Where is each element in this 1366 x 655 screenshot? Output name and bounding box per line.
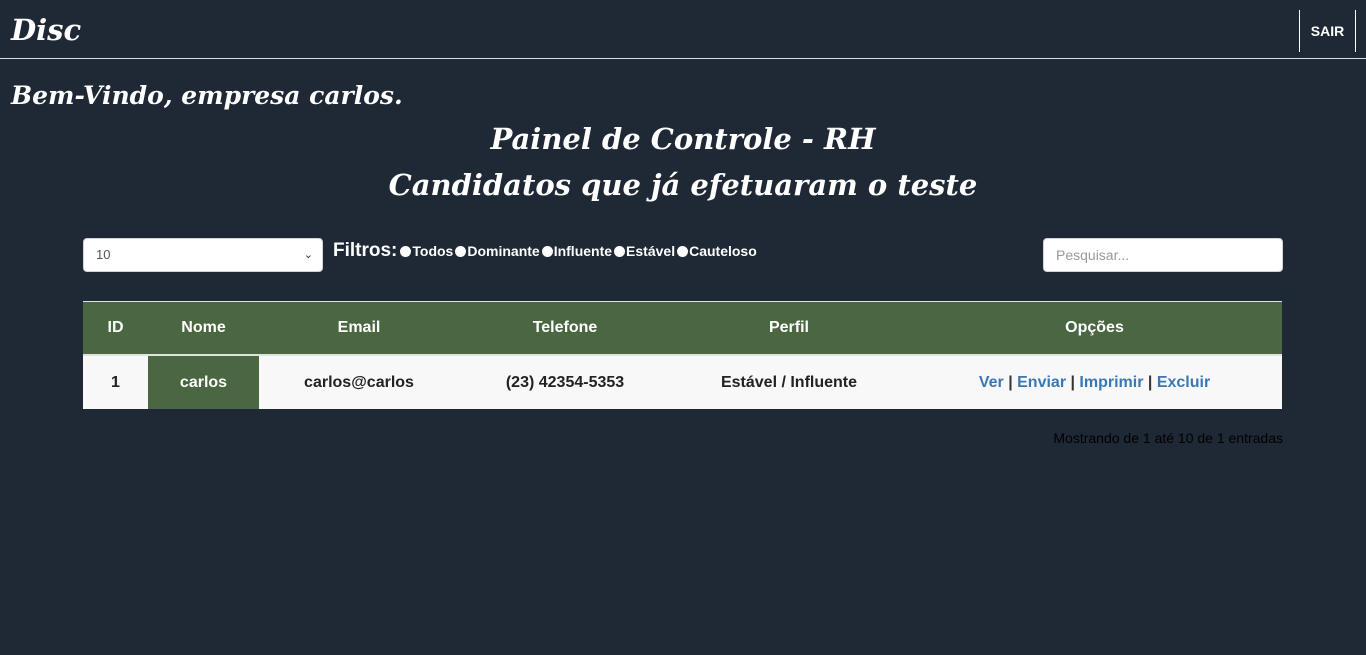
cell-phone: (23) 42354-5353	[459, 355, 671, 409]
filter-radio-estavel[interactable]	[614, 245, 626, 257]
filter-label-influente[interactable]: Influente	[554, 243, 612, 259]
chevron-down-icon: ⌄	[303, 249, 313, 261]
column-header-email[interactable]: Email	[259, 301, 459, 356]
page-title: Painel de Controle - RH	[490, 122, 876, 156]
column-header-perfil[interactable]: Perfil	[671, 301, 907, 356]
cell-profile: Estável / Influente	[671, 355, 907, 409]
logout-button[interactable]: SAIR	[1299, 10, 1356, 52]
filter-radio-cauteloso[interactable]	[677, 245, 689, 257]
filter-label-cauteloso[interactable]: Cauteloso	[689, 243, 757, 259]
table-row: 1 carlos carlos@carlos (23) 42354-5353 E…	[83, 355, 1282, 409]
page-subtitle: Candidatos que já efetuaram o teste	[388, 168, 978, 202]
column-header-nome[interactable]: Nome	[148, 301, 259, 356]
cell-email: carlos@carlos	[259, 355, 459, 409]
brand-logo[interactable]: Disc	[11, 12, 81, 48]
column-header-id[interactable]: ID	[83, 301, 148, 356]
view-link[interactable]: Ver	[979, 374, 1004, 391]
table-header-row: ID Nome Email Telefone Perfil Opções	[83, 301, 1282, 356]
search-input[interactable]	[1043, 238, 1283, 272]
cell-id: 1	[83, 355, 148, 409]
filter-radio-influente[interactable]	[541, 245, 553, 257]
separator: |	[1008, 373, 1018, 391]
delete-link[interactable]: Excluir	[1157, 374, 1210, 391]
welcome-message: Bem-Vindo, empresa carlos.	[11, 81, 403, 110]
filter-radio-todos[interactable]	[400, 245, 412, 257]
column-header-opcoes[interactable]: Opções	[907, 301, 1282, 356]
send-link[interactable]: Enviar	[1017, 374, 1066, 391]
top-navbar: Disc SAIR	[0, 0, 1366, 59]
page-size-select[interactable]: 10 ⌄	[83, 238, 323, 272]
cell-actions: Ver | Enviar | Imprimir | Excluir	[907, 355, 1282, 409]
candidates-table: ID Nome Email Telefone Perfil Opções 1 c…	[83, 301, 1282, 409]
column-header-telefone[interactable]: Telefone	[459, 301, 671, 356]
filters-group: Filtros: Todos Dominante Influente Estáv…	[333, 240, 759, 262]
separator: |	[1147, 373, 1157, 391]
filter-label-dominante[interactable]: Dominante	[467, 243, 539, 259]
page-size-value: 10	[96, 247, 111, 262]
pagination-info: Mostrando de 1 até 10 de 1 entradas	[1053, 430, 1283, 446]
page-heading: Painel de Controle - RH Candidatos que j…	[0, 116, 1366, 208]
filter-radio-dominante[interactable]	[455, 245, 467, 257]
print-link[interactable]: Imprimir	[1079, 374, 1143, 391]
filter-label-todos[interactable]: Todos	[412, 243, 453, 259]
filter-label-estavel[interactable]: Estável	[626, 243, 675, 259]
cell-name: carlos	[148, 355, 259, 409]
filters-label: Filtros:	[333, 240, 398, 261]
